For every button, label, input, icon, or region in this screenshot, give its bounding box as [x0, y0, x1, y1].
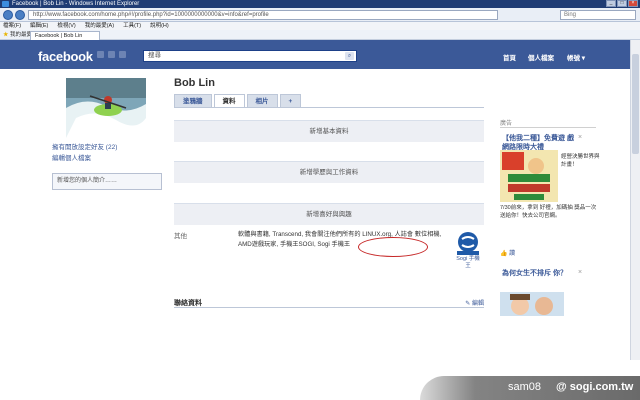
- fb-logo[interactable]: facebook: [38, 49, 93, 64]
- url-input[interactable]: http://www.facebook.com/home.php#!/profi…: [28, 10, 498, 20]
- ie-icon: [2, 1, 9, 7]
- ad1-body: 7/30前來，拿到 好禮，加碼抽 獎品一次送給你！快去公司官網。: [500, 205, 597, 219]
- tab-info[interactable]: 資料: [213, 94, 245, 108]
- star-icon: ★: [3, 32, 9, 38]
- watermark-user: sam08: [508, 381, 542, 393]
- profile-picture[interactable]: [66, 78, 146, 138]
- window-title: Facebook | Bob Lin - Windows Internet Ex…: [12, 1, 140, 7]
- notifications-icon[interactable]: [119, 51, 126, 58]
- contact-info-label: 聯絡資料: [174, 300, 202, 307]
- add-education-work-button[interactable]: 新增學歷與工作資料: [174, 161, 484, 183]
- menu-view[interactable]: 檢視(V): [57, 22, 75, 30]
- ad2-graphic: [500, 292, 564, 316]
- profile-tabs: 塗鴉牆 資料 相片 +: [174, 94, 303, 108]
- ads-header: 廣告: [500, 121, 513, 127]
- ad2-close-icon[interactable]: ×: [578, 269, 582, 276]
- fb-search-text: 搜尋: [148, 52, 161, 59]
- fb-search-input[interactable]: 搜尋 ⌕: [143, 50, 357, 62]
- edit-profile-link[interactable]: 編輯個人檔案: [52, 152, 91, 162]
- back-icon[interactable]: [3, 10, 13, 20]
- bio-input[interactable]: 新增您的個人簡介……: [52, 173, 162, 190]
- annotation-circle: [358, 237, 428, 257]
- menu-help[interactable]: 說明(H): [150, 22, 169, 30]
- browser-tab[interactable]: Facebook | Bob Lin: [30, 31, 100, 40]
- sogi-logo[interactable]: [453, 231, 483, 255]
- nav-account[interactable]: 帳號 ▾: [567, 52, 585, 62]
- friends-link[interactable]: 擁有開放設定好友 (22): [52, 141, 117, 151]
- menu-favorites[interactable]: 我的最愛(A): [85, 22, 114, 30]
- menu-edit[interactable]: 編輯(E): [30, 22, 48, 30]
- other-label: 其他: [174, 233, 187, 240]
- ad2-image[interactable]: [500, 292, 564, 316]
- favorites-bar: ★ 我的最愛 Facebook | Bob Lin: [0, 30, 640, 40]
- add-tab-button[interactable]: +: [279, 94, 302, 108]
- watermark-site: @ sogi.com.tw: [556, 381, 634, 393]
- tab-photos[interactable]: 相片: [246, 94, 278, 108]
- ads-divider: [500, 127, 596, 128]
- favorites-label: 我的最愛: [10, 32, 33, 38]
- ad1-image[interactable]: [500, 150, 558, 202]
- ad1-close-icon[interactable]: ×: [578, 134, 582, 141]
- scrollbar-thumb[interactable]: [632, 54, 639, 154]
- ad1-text: 經營決勝世界與計畫！: [561, 154, 600, 168]
- maximize-button[interactable]: □: [617, 0, 627, 7]
- edit-contact-link[interactable]: ✎ 編輯: [465, 298, 484, 307]
- minimize-button[interactable]: _: [606, 0, 616, 7]
- browser-search-input[interactable]: Bing: [560, 10, 636, 20]
- fb-notification-icons: [97, 51, 126, 58]
- contact-info-header: 聯絡資料 ✎ 編輯: [174, 296, 484, 308]
- menu-file[interactable]: 檔案(F): [3, 22, 21, 30]
- window-titlebar: Facebook | Bob Lin - Windows Internet Ex…: [0, 0, 640, 8]
- nav-home[interactable]: 首頁: [503, 52, 516, 62]
- menu-bar: 檔案(F) 編輯(E) 檢視(V) 我的最愛(A) 工具(T) 說明(H): [0, 22, 640, 30]
- kayak-photo: [66, 78, 146, 138]
- friend-requests-icon[interactable]: [97, 51, 104, 58]
- close-button[interactable]: ×: [628, 0, 638, 7]
- menu-tools[interactable]: 工具(T): [123, 22, 141, 30]
- ad1-like-button[interactable]: 👍 讚: [500, 248, 515, 257]
- profile-name: Bob Lin: [174, 77, 215, 89]
- tab-wall[interactable]: 塗鴉牆: [174, 94, 212, 108]
- messages-icon[interactable]: [108, 51, 115, 58]
- favorites-button[interactable]: ★ 我的最愛: [3, 30, 32, 40]
- add-basic-info-button[interactable]: 新增基本資料: [174, 120, 484, 142]
- page-scrollbar[interactable]: [630, 40, 640, 360]
- nav-profile[interactable]: 個人檔案: [528, 52, 554, 62]
- address-bar: http://www.facebook.com/home.php#!/profi…: [0, 8, 640, 22]
- search-icon[interactable]: ⌕: [345, 52, 354, 60]
- tab-divider: [174, 107, 484, 108]
- sogi-icon: [457, 232, 479, 255]
- sogi-caption[interactable]: Sogi 手機 王: [453, 256, 483, 270]
- forward-icon[interactable]: [15, 10, 25, 20]
- add-interests-button[interactable]: 新增喜好與興趣: [174, 203, 484, 225]
- ad1-graphic: [500, 150, 558, 202]
- ad2-title[interactable]: 為何女生不排斥 你？: [502, 269, 577, 278]
